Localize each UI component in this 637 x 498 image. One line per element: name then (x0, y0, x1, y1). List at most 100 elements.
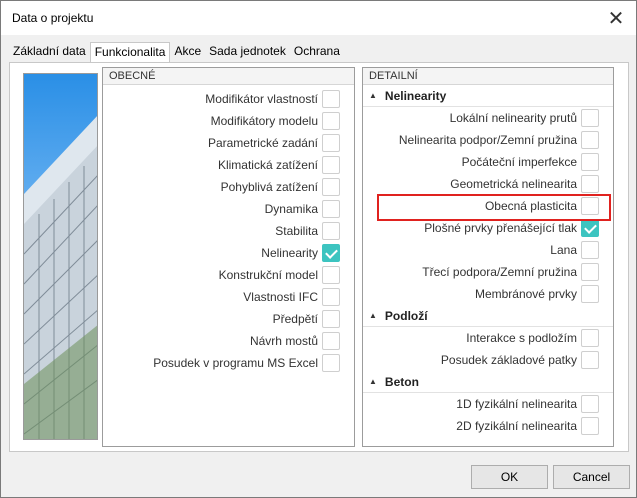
option-label: 2D fyzikální nelinearita (456, 419, 577, 433)
checkbox-nelinearita-podpor-zemni-pruzina[interactable] (581, 131, 599, 149)
checkbox-membranove-prvky[interactable] (581, 285, 599, 303)
option-label: Stabilita (275, 224, 318, 238)
option-row-2d-fyzikalni-nelinearita: 2D fyzikální nelinearita (363, 415, 613, 437)
option-label: Membránové prvky (474, 287, 577, 301)
collapse-arrow-icon[interactable]: ▲ (369, 311, 377, 320)
checkbox-pocatecni-imperfekce[interactable] (581, 153, 599, 171)
checkbox-lana[interactable] (581, 241, 599, 259)
checkbox-treci-podpora-zemni-pruzina[interactable] (581, 263, 599, 281)
option-row-posudek-v-programu-ms-excel: Posudek v programu MS Excel (103, 352, 354, 374)
checkbox-posudek-zakladove-patky[interactable] (581, 351, 599, 369)
checkbox-pohybliva-zatizeni[interactable] (322, 178, 340, 196)
section-title: Nelinearity (384, 88, 447, 103)
close-icon[interactable]: ✕ (602, 5, 630, 31)
option-row-obecna-plasticita: Obecná plasticita (363, 195, 613, 217)
option-row-vlastnosti-ifc: Vlastnosti IFC (103, 286, 354, 308)
checkbox-stabilita[interactable] (322, 222, 340, 240)
tab-akce[interactable]: Akce (170, 42, 205, 62)
detail-panel: DETAILNÍ ▲ Nelinearity Lokální nelinearity… (362, 67, 614, 447)
option-row-lokalni-nelinearity-prutu: Lokální nelinearity prutů (363, 107, 613, 129)
option-row-interakce-s-podlozim: Interakce s podložím (363, 327, 613, 349)
option-row-pocatecni-imperfekce: Počáteční imperfekce (363, 151, 613, 173)
tab-strip: Základní data Funkcionalita Akce Sada jedno… (9, 42, 344, 63)
detail-list: ▲ Nelinearity Lokální nelinearity prutů Nel… (363, 85, 613, 437)
checkbox-nelinearity[interactable] (322, 244, 340, 262)
tab-funkcionalita[interactable]: Funkcionalita (89, 42, 171, 63)
option-label: Třecí podpora/Zemní pružina (422, 265, 577, 279)
checkbox-lokalni-nelinearity-prutu[interactable] (581, 109, 599, 127)
option-row-treci-podpora-zemni-pruzina: Třecí podpora/Zemní pružina (363, 261, 613, 283)
option-row-lana: Lana (363, 239, 613, 261)
window-title: Data o projektu (12, 11, 94, 25)
checkbox-parametricke-zadani[interactable] (322, 134, 340, 152)
option-label: Modifikátory modelu (210, 114, 318, 128)
checkbox-klimaticka-zatizeni[interactable] (322, 156, 340, 174)
option-row-posudek-zakladove-patky: Posudek základové patky (363, 349, 613, 371)
option-row-navrh-mostu: Návrh mostů (103, 330, 354, 352)
option-label: Modifikátor vlastností (205, 92, 318, 106)
option-label: Parametrické zadání (207, 136, 318, 150)
general-header: OBECNÉ (103, 68, 354, 85)
option-label: Geometrická nelinearita (450, 177, 577, 191)
building-image (23, 73, 98, 440)
option-label: Předpětí (272, 312, 318, 326)
section-title: Beton (384, 374, 419, 389)
checkbox-2d-fyzikalni-nelinearita[interactable] (581, 417, 599, 435)
option-row-stabilita: Stabilita (103, 220, 354, 242)
option-label: Nelinearity (261, 246, 318, 260)
tab-sada-jednotek[interactable]: Sada jednotek (205, 42, 290, 62)
option-row-membranove-prvky: Membránové prvky (363, 283, 613, 305)
option-row-geometricka-nelinearita: Geometrická nelinearita (363, 173, 613, 195)
option-row-plosne-prvky-prenasejici-tlak: Plošné prvky přenášející tlak (363, 217, 613, 239)
option-label: Lokální nelinearity prutů (449, 111, 577, 125)
option-row-predpeti: Předpětí (103, 308, 354, 330)
tab-ochrana[interactable]: Ochrana (290, 42, 344, 62)
option-label: Počáteční imperfekce (461, 155, 577, 169)
checkbox-navrh-mostu[interactable] (322, 332, 340, 350)
checkbox-plosne-prvky-prenasejici-tlak[interactable] (581, 219, 599, 237)
option-row-dynamika: Dynamika (103, 198, 354, 220)
general-list: Modifikátor vlastností Modifikátory model… (103, 85, 354, 374)
option-label: Plošné prvky přenášející tlak (424, 221, 577, 235)
option-label: Posudek v programu MS Excel (153, 356, 318, 370)
option-label: Posudek základové patky (440, 353, 577, 367)
option-row-1d-fyzikalni-nelinearita: 1D fyzikální nelinearita (363, 393, 613, 415)
option-row-pohybliva-zatizeni: Pohyblivá zatížení (103, 176, 354, 198)
option-row-modifikatory-modelu: Modifikátory modelu (103, 110, 354, 132)
tab-panel-functionality: OBECNÉ Modifikátor vlastností Modifikátor… (9, 62, 629, 452)
checkbox-1d-fyzikalni-nelinearita[interactable] (581, 395, 599, 413)
option-label: Interakce s podložím (466, 331, 577, 345)
checkbox-posudek-v-programu-ms-excel[interactable] (322, 354, 340, 372)
project-data-dialog: Data o projektu ✕ Základní data Funkciona… (0, 0, 637, 498)
option-label: Klimatická zatížení (217, 158, 318, 172)
tab-zakladni-data[interactable]: Základní data (9, 42, 90, 62)
checkbox-modifikatory-modelu[interactable] (322, 112, 340, 130)
checkbox-vlastnosti-ifc[interactable] (322, 288, 340, 306)
cancel-button[interactable]: Cancel (553, 465, 630, 489)
section-podlozi[interactable]: ▲ Podloží (363, 305, 613, 327)
checkbox-modifikator-vlastnosti[interactable] (322, 90, 340, 108)
checkbox-konstrukcni-model[interactable] (322, 266, 340, 284)
collapse-arrow-icon[interactable]: ▲ (369, 377, 377, 386)
option-row-konstrukcni-model: Konstrukční model (103, 264, 354, 286)
checkbox-predpeti[interactable] (322, 310, 340, 328)
option-row-parametricke-zadani: Parametrické zadání (103, 132, 354, 154)
title-bar: Data o projektu ✕ (1, 1, 636, 35)
section-beton[interactable]: ▲ Beton (363, 371, 613, 393)
checkbox-interakce-s-podlozim[interactable] (581, 329, 599, 347)
section-nelinearity[interactable]: ▲ Nelinearity (363, 85, 613, 107)
general-panel: OBECNÉ Modifikátor vlastností Modifikátor… (102, 67, 355, 447)
option-label: Dynamika (264, 202, 318, 216)
detail-header: DETAILNÍ (363, 68, 613, 85)
option-row-klimaticka-zatizeni: Klimatická zatížení (103, 154, 354, 176)
option-row-nelinearita-podpor-zemni-pruzina: Nelinearita podpor/Zemní pružina (363, 129, 613, 151)
checkbox-obecna-plasticita[interactable] (581, 197, 599, 215)
checkbox-geometricka-nelinearita[interactable] (581, 175, 599, 193)
collapse-arrow-icon[interactable]: ▲ (369, 91, 377, 100)
option-label: 1D fyzikální nelinearita (456, 397, 577, 411)
option-label: Obecná plasticita (484, 199, 577, 213)
checkbox-dynamika[interactable] (322, 200, 340, 218)
option-row-nelinearity: Nelinearity (103, 242, 354, 264)
option-label: Pohyblivá zatížení (220, 180, 318, 194)
ok-button[interactable]: OK (471, 465, 548, 489)
